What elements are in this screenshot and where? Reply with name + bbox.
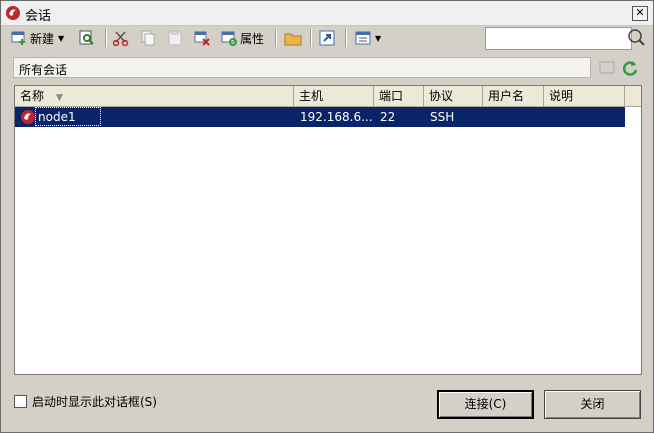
session-dialog: 会话 ✕ 新建 ▼ 属性 ▼ 所有会话 名称 ▼ 主机 端口 协议 用户名 说明… — [0, 0, 654, 433]
column-protocol-label: 协议 — [429, 89, 454, 103]
startup-checkbox[interactable] — [14, 395, 27, 408]
column-name-label: 名称 — [20, 89, 45, 103]
new-dropdown-arrow-icon[interactable]: ▼ — [58, 34, 64, 43]
startup-checkbox-label: 启动时显示此对话框(S) — [32, 395, 157, 409]
close-window-button[interactable]: ✕ — [632, 6, 648, 21]
column-port-label: 端口 — [379, 89, 404, 103]
app-logo-icon — [6, 6, 20, 20]
paste-button[interactable] — [167, 28, 183, 48]
new-session-label: 新建 — [30, 31, 55, 46]
refresh-icon[interactable] — [621, 59, 639, 77]
view-options-button[interactable]: ▼ — [355, 28, 381, 48]
properties-icon — [221, 31, 237, 46]
toolbar-separator — [310, 29, 312, 47]
toolbar-separator — [275, 29, 277, 47]
create-shortcut-button[interactable] — [319, 28, 335, 48]
new-session-icon — [11, 31, 25, 45]
shortcut-icon — [319, 30, 335, 46]
session-host-cell: 192.168.6... — [300, 110, 372, 124]
properties-label: 属性 — [240, 31, 265, 46]
session-row[interactable]: node1 192.168.6... 22 SSH — [15, 107, 625, 127]
title-bar: 会话 ✕ — [1, 1, 653, 26]
session-port-cell: 22 — [380, 110, 396, 124]
paste-icon — [168, 30, 182, 46]
delete-button[interactable] — [194, 28, 210, 48]
connect-button[interactable]: 连接(C) — [437, 390, 534, 419]
column-username-label: 用户名 — [488, 89, 525, 103]
folder-icon — [284, 33, 302, 46]
session-icon — [21, 110, 35, 124]
startup-option[interactable]: 启动时显示此对话框(S) — [14, 393, 157, 410]
session-protocol-cell: SSH — [430, 110, 455, 124]
sort-down-icon: ▼ — [56, 93, 63, 103]
session-desc-cell — [550, 107, 620, 127]
session-list-header: 名称 ▼ 主机 端口 协议 用户名 说明 — [15, 86, 641, 107]
delete-icon — [194, 31, 210, 46]
column-header-host[interactable]: 主机 — [294, 86, 374, 106]
column-header-description[interactable]: 说明 — [544, 86, 625, 106]
column-header-name[interactable]: 名称 ▼ — [15, 86, 294, 106]
cut-icon — [113, 31, 129, 46]
folder-path-bar: 所有会话 — [13, 57, 591, 78]
search-input[interactable] — [485, 27, 632, 50]
session-list[interactable]: 名称 ▼ 主机 端口 协议 用户名 说明 node1 192.168.6... … — [14, 85, 642, 375]
close-button[interactable]: 关闭 — [544, 390, 641, 419]
view-dropdown-arrow-icon[interactable]: ▼ — [375, 34, 381, 43]
column-host-label: 主机 — [299, 89, 324, 103]
cut-button[interactable] — [113, 28, 131, 48]
column-header-protocol[interactable]: 协议 — [424, 86, 483, 106]
properties-button[interactable]: 属性 — [221, 28, 264, 48]
search-icon — [628, 29, 645, 46]
copy-icon — [141, 30, 155, 46]
session-name-cell: node1 — [38, 110, 76, 124]
copy-button[interactable] — [140, 28, 156, 48]
search-button[interactable] — [626, 27, 646, 48]
new-folder-button[interactable] — [284, 28, 302, 48]
folder-up-icon[interactable] — [599, 59, 615, 75]
find-session-icon — [79, 30, 94, 45]
session-user-cell — [489, 107, 541, 127]
column-header-username[interactable]: 用户名 — [483, 86, 544, 106]
new-session-button[interactable]: 新建 ▼ — [11, 28, 64, 48]
folder-path-text: 所有会话 — [19, 63, 68, 77]
toolbar-separator — [105, 29, 107, 47]
find-session-button[interactable] — [79, 28, 95, 48]
view-list-icon — [355, 31, 371, 45]
window-title: 会话 — [25, 9, 52, 24]
toolbar-separator — [345, 29, 347, 47]
column-description-label: 说明 — [549, 89, 574, 103]
column-header-port[interactable]: 端口 — [374, 86, 424, 106]
